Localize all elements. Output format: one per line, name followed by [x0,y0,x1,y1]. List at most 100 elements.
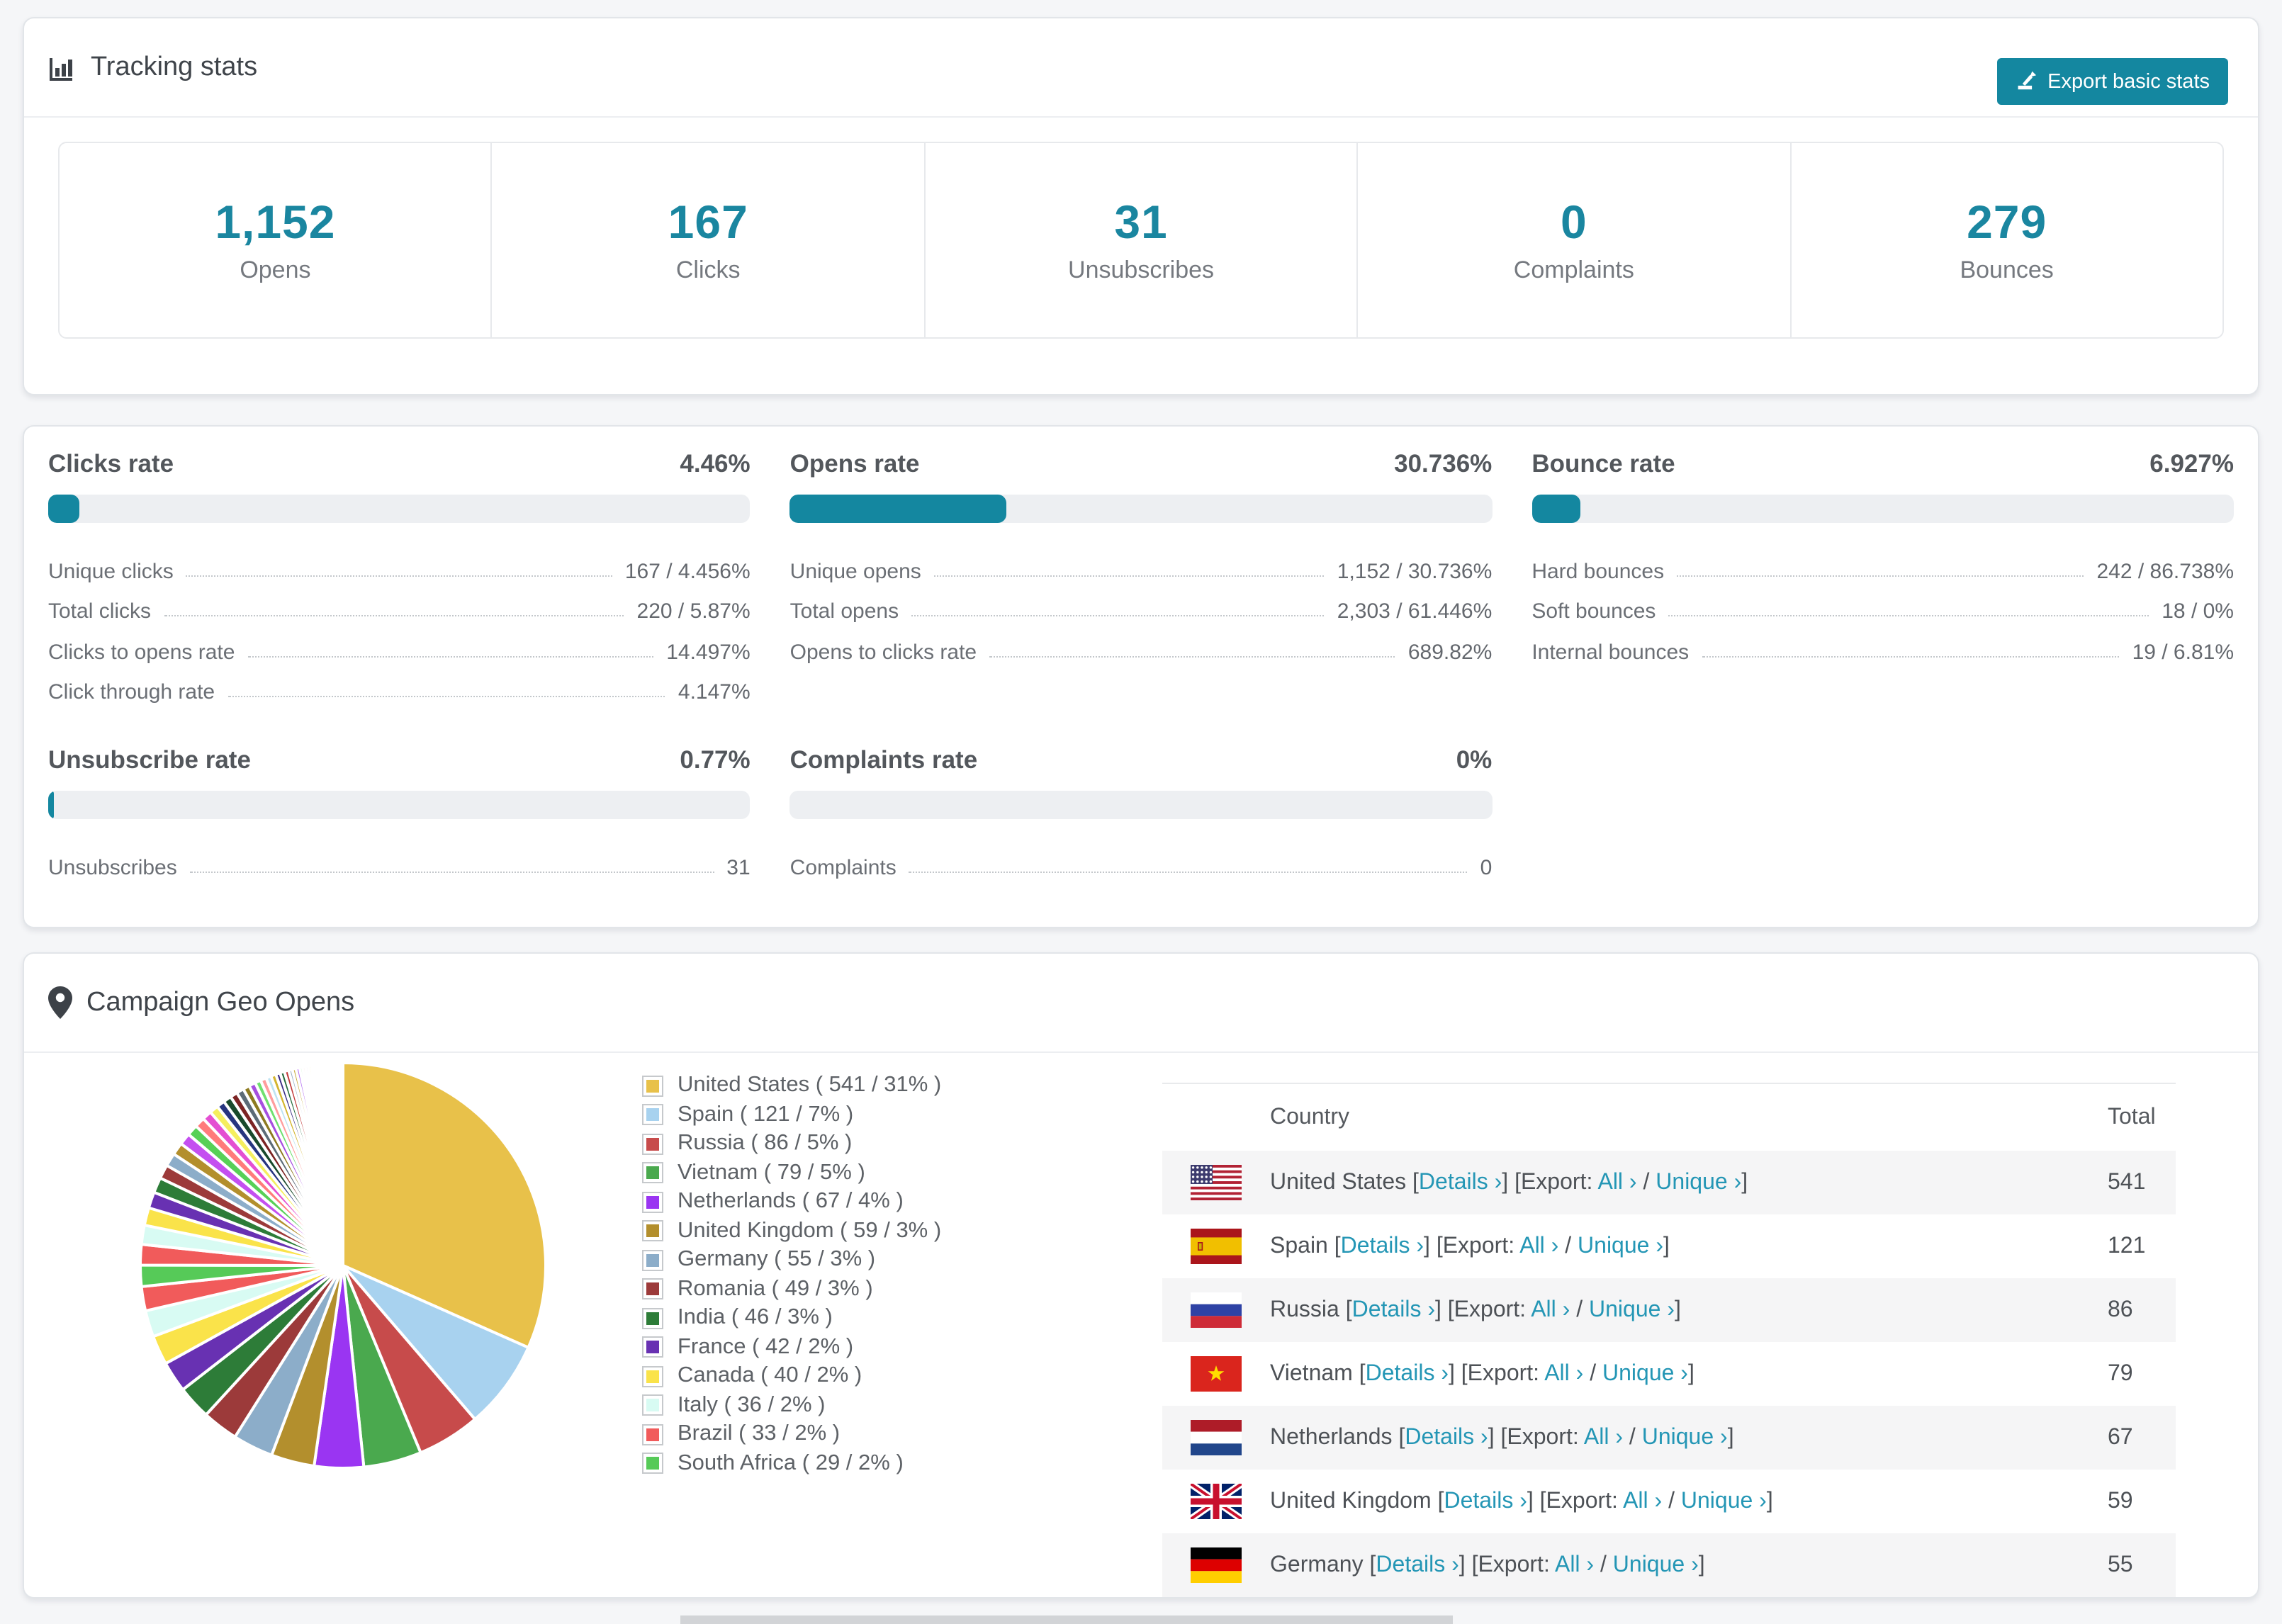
rate-stat-label: Clicks to opens rate [48,640,235,664]
details-link[interactable]: Details › [1366,1361,1449,1385]
dotted-leader [933,575,1325,576]
country-cell: Vietnam [Details ›] [Export: All › / Uni… [1270,1361,1694,1387]
details-link[interactable]: Details › [1352,1297,1435,1321]
geo-table: Country Total United States [Details ›] [E… [1162,1083,2176,1597]
legend-swatch-color [646,1224,659,1238]
export-unique-link[interactable]: Unique › [1681,1489,1767,1513]
summary-stat-cell: 279 Bounces [1791,143,2222,337]
export-all-link[interactable]: All › [1584,1425,1623,1449]
total-cell: 79 [2108,1361,2133,1385]
rate-block: Unsubscribe rate 0.77% Unsubscribes 31 [48,745,751,884]
summary-stat-value: 0 [1560,196,1587,248]
export-basic-stats-button[interactable]: Export basic stats [1996,58,2228,105]
details-link[interactable]: Details › [1341,1234,1424,1258]
bracket: ] [1663,1234,1670,1258]
rate-stat-value: 19 / 6.81% [2132,640,2234,664]
rate-stat-line: Complaints 0 [790,843,1493,884]
gb-flag-icon [1191,1484,1242,1519]
dotted-leader [189,871,714,872]
tracking-stats-title-text: Tracking stats [91,52,258,81]
legend-item: United Kingdom ( 59 / 3% ) [642,1217,941,1246]
export-unique-link[interactable]: Unique › [1602,1361,1688,1385]
legend-swatch-color [646,1137,659,1151]
export-all-link[interactable]: All › [1544,1361,1583,1385]
export-all-link[interactable]: All › [1597,1170,1636,1194]
country-name: United Kingdom [1270,1489,1438,1513]
legend-label: Canada ( 40 / 2% ) [678,1363,862,1388]
rate-title-row: Complaints rate 0% [790,745,1493,775]
pie-slice[interactable] [340,1061,344,1267]
export-unique-link[interactable]: Unique › [1578,1234,1663,1258]
rate-stat-label: Click through rate [48,680,215,704]
dotted-leader [909,871,1468,872]
details-link[interactable]: Details › [1444,1489,1527,1513]
bottom-scrollbar[interactable] [680,1615,1453,1624]
summary-stat-cell: 1,152 Opens [60,143,493,337]
dotted-leader [989,655,1395,657]
total-cell: 55 [2108,1552,2133,1577]
dotted-leader [164,615,624,616]
rate-stat-value: 242 / 86.738% [2096,559,2235,583]
rate-title: Clicks rate [48,449,174,478]
legend-label: Brazil ( 33 / 2% ) [678,1421,841,1446]
legend-swatch-color [646,1457,659,1470]
legend-swatch [642,1133,663,1155]
export-unique-link[interactable]: Unique › [1613,1552,1699,1577]
export-all-link[interactable]: All › [1623,1489,1662,1513]
geo-pie-chart[interactable] [136,1059,550,1472]
export-all-link[interactable]: All › [1531,1297,1570,1321]
export-all-link[interactable]: All › [1519,1234,1558,1258]
tracking-stats-title: Tracking stats [48,52,257,83]
legend-swatch-color [646,1282,659,1296]
bracket: [ [1334,1234,1341,1258]
summary-stat-value: 279 [1967,196,2047,248]
legend-label: United States ( 541 / 31% ) [678,1073,942,1098]
es-flag-icon [1191,1229,1242,1264]
rate-stat-label: Unique opens [789,559,921,583]
legend-item: India ( 46 / 3% ) [642,1304,941,1333]
rate-block: Complaints rate 0% Complaints 0 [789,745,1493,884]
separator: / [1636,1170,1656,1194]
rate-stat-line: Soft bounces 18 / 0% [1531,587,2234,628]
details-link[interactable]: Details › [1419,1170,1502,1194]
bracket: ] [1741,1170,1748,1194]
separator: / [1594,1552,1613,1577]
details-link[interactable]: Details › [1376,1552,1458,1577]
legend-label: Russia ( 86 / 5% ) [678,1131,853,1156]
summary-stat-label: Complaints [1513,256,1634,283]
bracket: ] [1727,1425,1734,1449]
geo-title: Campaign Geo Opens [48,986,354,1019]
separator: / [1558,1234,1578,1258]
legend-item: Italy ( 36 / 2% ) [642,1391,941,1420]
legend-swatch [642,1453,663,1474]
legend-swatch [642,1307,663,1329]
rate-stat-line: Hard bounces 242 / 86.738% [1531,547,2234,587]
rates-grid: Clicks rate 4.46% Unique clicks 167 / 4.456… [24,427,2258,926]
total-cell: 541 [2108,1170,2146,1194]
legend-swatch-color [646,1195,659,1209]
rate-stat-line: Total clicks 220 / 5.87% [48,587,751,628]
legend-swatch-color [646,1312,659,1325]
bracket: ] [1698,1552,1705,1577]
tracking-stats-card: Tracking stats Export basic stats 1,152 O… [23,17,2259,395]
legend-item: Canada ( 40 / 2% ) [642,1362,941,1391]
summary-stats-row: 1,152 Opens 167 Clicks 31 Unsubscribes 0 Compla… [58,142,2224,339]
rate-stat-label: Complaints [789,855,896,879]
export-unique-link[interactable]: Unique › [1642,1425,1728,1449]
rate-title-row: Opens rate 30.736% [790,449,1493,479]
rate-stat-value: 18 / 0% [2162,599,2234,624]
export-unique-link[interactable]: Unique › [1656,1170,1741,1194]
rate-stat-value: 14.497% [666,640,751,664]
rate-stat-value: 220 / 5.87% [636,599,751,624]
summary-stat-label: Bounces [1960,256,2054,283]
export-unique-link[interactable]: Unique › [1589,1297,1675,1321]
legend-swatch [642,1075,663,1097]
export-all-link[interactable]: All › [1555,1552,1594,1577]
table-header-row: Country Total [1162,1084,2176,1151]
country-name: Vietnam [1270,1361,1359,1385]
details-link[interactable]: Details › [1405,1425,1488,1449]
rate-title: Opens rate [789,449,920,478]
rate-stat-line: Click through rate 4.147% [48,668,751,709]
legend-swatch [642,1220,663,1242]
geo-legend: United States ( 541 / 31% ) Spain ( 121 /… [642,1071,941,1478]
